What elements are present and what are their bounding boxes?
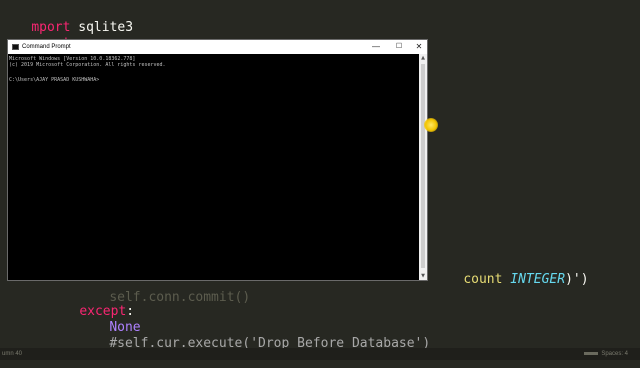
- command-prompt-window[interactable]: Command Prompt — ☐ ✕ Microsoft Windows […: [7, 39, 428, 281]
- scrollbar-thumb[interactable]: [421, 64, 425, 268]
- cmd-app-icon[interactable]: [12, 44, 19, 50]
- minimize-button[interactable]: —: [364, 40, 388, 54]
- code-string: count: [463, 272, 511, 287]
- console-output[interactable]: Microsoft Windows [Version 10.0.18362.77…: [8, 54, 419, 280]
- code-text: )'): [565, 272, 589, 287]
- code-line-comment: #self.cur.execute('Drop Before Database'…: [78, 320, 430, 368]
- status-indentation[interactable]: Spaces: 4: [601, 348, 628, 360]
- vertical-scrollbar[interactable]: ▲ ▼: [419, 54, 427, 280]
- status-indicator: [584, 352, 598, 355]
- close-button[interactable]: ✕: [407, 40, 431, 54]
- scroll-up-icon[interactable]: ▲: [419, 54, 427, 62]
- window-title: Command Prompt: [22, 44, 71, 50]
- status-column[interactable]: umn 40: [2, 348, 22, 360]
- console-line: (c) 2019 Microsoft Corporation. All righ…: [9, 62, 166, 68]
- code-type: INTEGER: [510, 272, 566, 287]
- cursor-highlight-icon: [424, 118, 438, 132]
- status-bar: umn 40 Spaces: 4: [0, 348, 640, 360]
- console-prompt[interactable]: C:\Users\AJAY PRASAD KUSHWAHA>: [9, 77, 99, 83]
- code-line-create-table: count INTEGER)'): [432, 256, 589, 304]
- window-titlebar[interactable]: Command Prompt — ☐ ✕: [8, 40, 427, 54]
- scroll-down-icon[interactable]: ▼: [419, 272, 427, 280]
